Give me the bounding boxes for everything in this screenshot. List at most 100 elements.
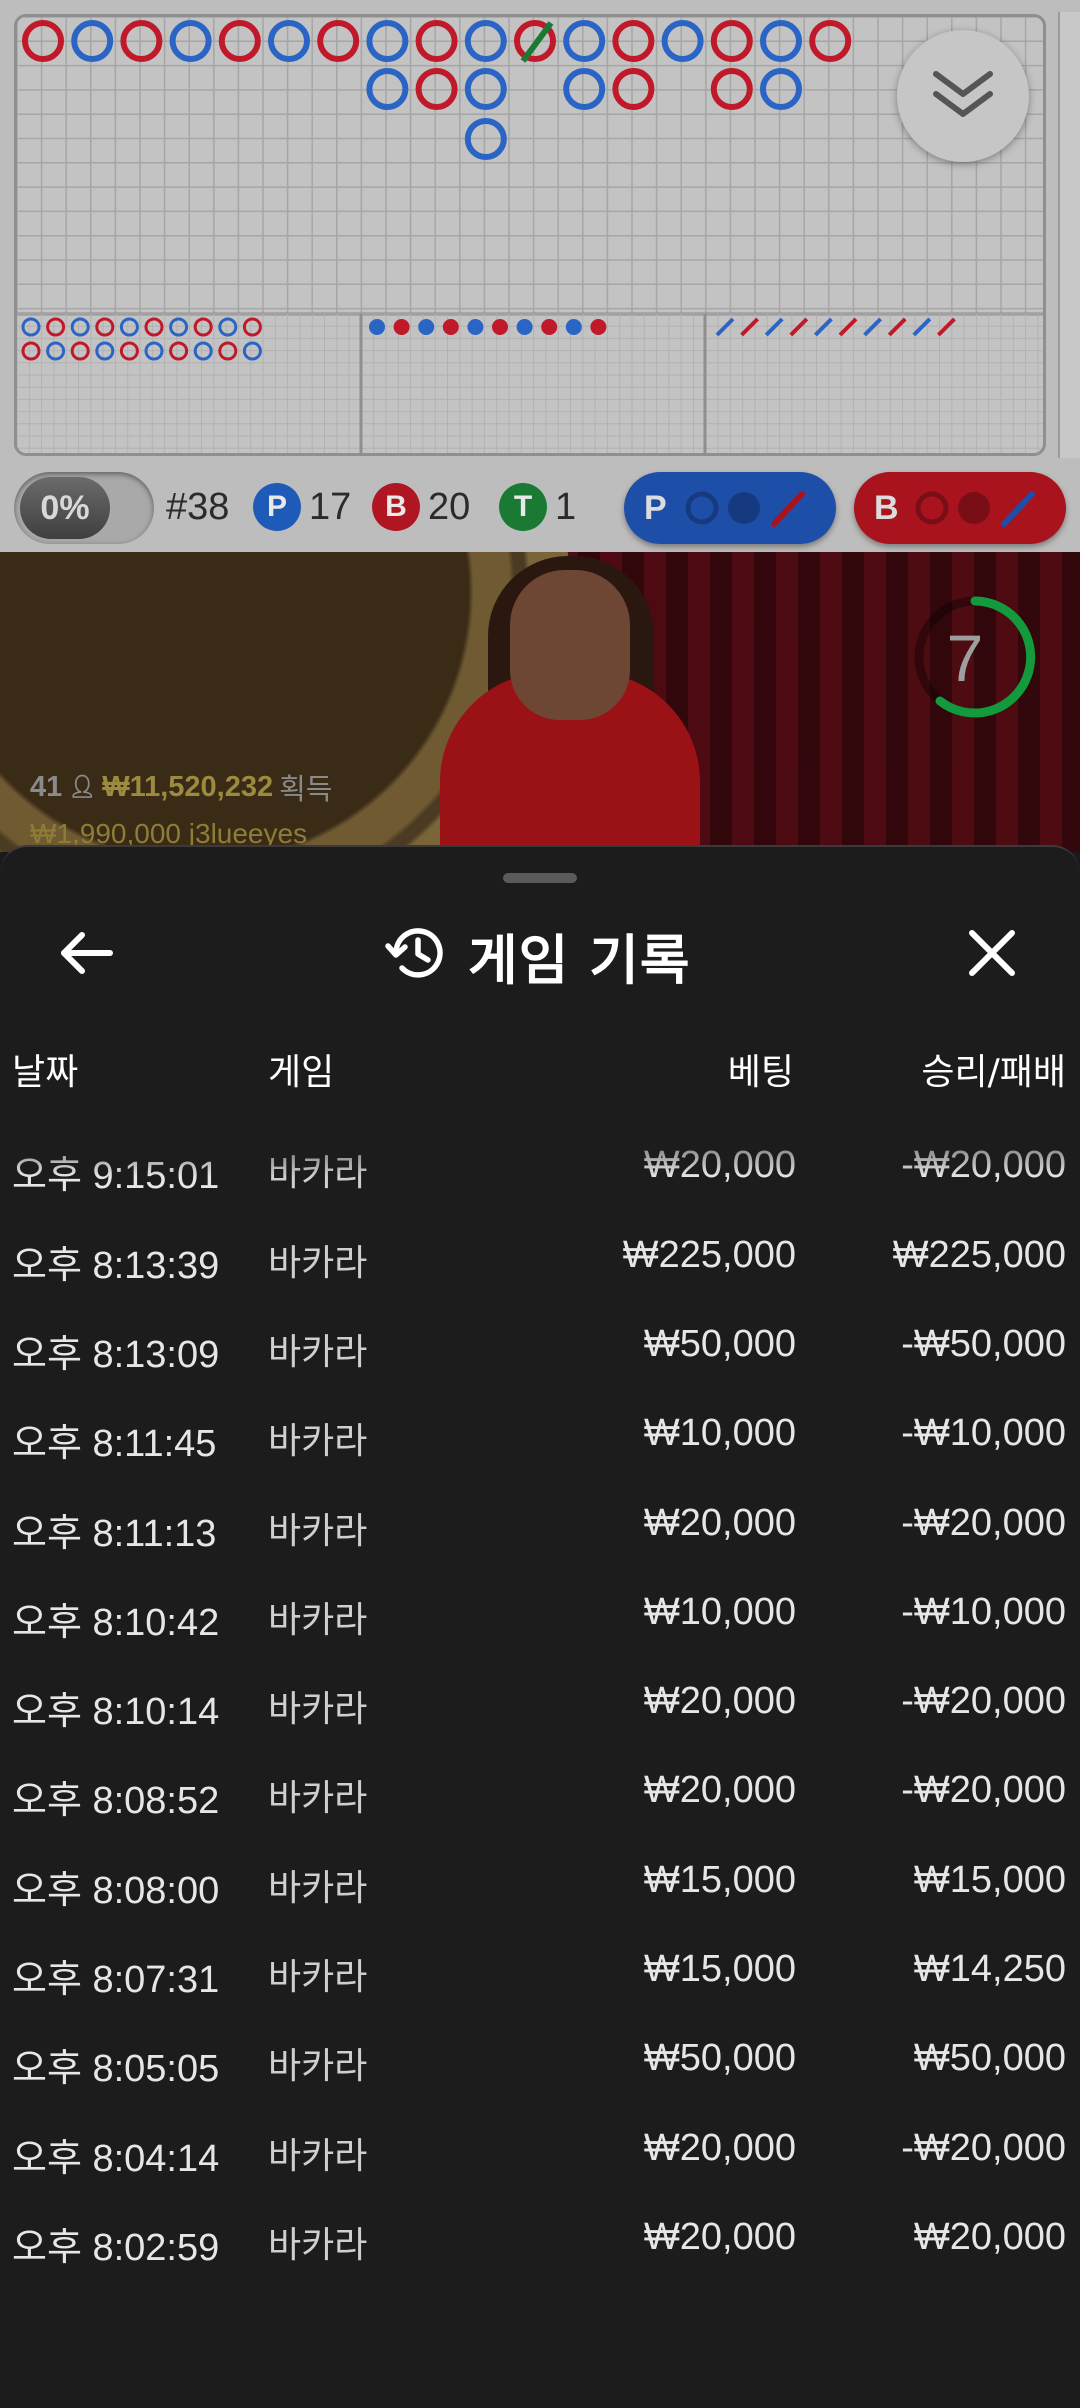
- table-row[interactable]: 오후 8:11:45 바카라 ₩10,000 -₩10,000: [0, 1394, 1080, 1483]
- tie-dot: T: [499, 483, 547, 531]
- history-bet-cell: ₩20,000: [643, 2215, 796, 2258]
- expand-roads-button[interactable]: [897, 30, 1029, 162]
- player-dot: P: [253, 483, 301, 531]
- banker-dot: B: [372, 483, 420, 531]
- history-list[interactable]: 오후 9:15:25바카라₩40,000-₩40,000 오후 9:15:01 바카…: [0, 1107, 1080, 2367]
- table-row[interactable]: 오후 8:04:14 바카라 ₩20,000 -₩20,000: [0, 2109, 1080, 2198]
- history-date-cell: 오후 8:08:00: [12, 1869, 220, 1912]
- history-result-cell: ₩50,000: [913, 2037, 1066, 2080]
- round-number: #38: [166, 485, 230, 528]
- history-result-cell: -₩10,000: [901, 1412, 1066, 1455]
- history-date-cell: 오후 9:15:01: [12, 1155, 220, 1198]
- history-result-cell: -₩20,000: [901, 2126, 1066, 2169]
- table-row[interactable]: 오후 8:11:13 바카라 ₩20,000 -₩20,000: [0, 1484, 1080, 1573]
- history-bet-cell: ₩20,000: [643, 1680, 796, 1723]
- predict-symbols-icon: [685, 491, 805, 527]
- table-row[interactable]: 오후 8:08:52 바카라 ₩20,000 -₩20,000: [0, 1751, 1080, 1840]
- history-bet-cell: ₩20,000: [643, 1144, 796, 1187]
- history-result-cell: -₩20,000: [901, 1680, 1066, 1723]
- back-arrow-icon: [58, 931, 114, 979]
- history-result-cell: ₩14,250: [913, 1948, 1066, 1990]
- history-icon: [384, 924, 446, 986]
- winner-count: 41: [30, 770, 63, 803]
- dealer-face: [510, 570, 630, 720]
- predict-symbols-icon: [915, 491, 1035, 527]
- percent-value: 0%: [20, 477, 110, 539]
- player-count-stat: P 17: [253, 482, 351, 532]
- scoreboard-panel: 0% #38 P 17 B 20 T 1 P B: [0, 0, 1080, 552]
- history-date-cell: 오후 8:02:59: [12, 2226, 220, 2269]
- player-predict-label: P: [644, 488, 667, 527]
- history-date-cell: 오후 8:13:39: [12, 1244, 220, 1287]
- history-result-cell: ₩15,000: [913, 1858, 1066, 1901]
- table-row[interactable]: 오후 8:02:59 바카라 ₩20,000 ₩20,000: [0, 2198, 1080, 2287]
- sheet-title: 게임 기록: [384, 915, 691, 995]
- history-bet-cell: ₩20,000: [643, 1501, 796, 1544]
- road-canvas: [17, 17, 1043, 453]
- history-game-cell: 바카라: [268, 1957, 368, 1998]
- history-date-cell: 오후 8:04:14: [12, 2137, 220, 2180]
- banker-predict-label: B: [874, 488, 899, 527]
- tie-count: 1: [555, 485, 577, 528]
- history-result-cell: -₩20,000: [901, 1144, 1066, 1187]
- history-game-cell: 바카라: [268, 1421, 368, 1463]
- winner-amount: ₩11,520,232: [102, 770, 274, 803]
- history-result-cell: ₩225,000: [892, 1233, 1066, 1276]
- history-date-cell: 오후 8:10:42: [12, 1601, 220, 1644]
- sheet-drag-handle[interactable]: [503, 873, 577, 883]
- history-bet-cell: ₩15,000: [643, 1948, 796, 1990]
- history-date-cell: 오후 8:07:31: [12, 1959, 220, 2001]
- person-icon: 👤︎: [68, 774, 97, 799]
- back-button[interactable]: [46, 915, 126, 995]
- history-table-header: 날짜 게임 베팅 승리/패배: [0, 1043, 1080, 1099]
- history-result-cell: -₩20,000: [901, 1501, 1066, 1544]
- history-game-cell: 바카라: [268, 1778, 368, 1820]
- history-bet-cell: ₩15,000: [643, 1858, 796, 1901]
- game-history-sheet: 게임 기록 날짜 게임 베팅 승리/패배 오후 9:15:25바카라₩40,00…: [0, 845, 1080, 2408]
- table-row[interactable]: 오후 8:13:09 바카라 ₩50,000 -₩50,000: [0, 1305, 1080, 1394]
- close-button[interactable]: [952, 915, 1032, 995]
- table-row[interactable]: 오후 8:07:31 바카라 ₩15,000 ₩14,250: [0, 1930, 1080, 2019]
- dealer-video: 7 41 👤︎ ₩11,520,232 획득 ₩1,990,000 j3luee…: [0, 552, 1080, 852]
- history-game-cell: 바카라: [268, 2046, 368, 2088]
- player-predict-button[interactable]: P: [624, 472, 836, 544]
- history-game-cell: 바카라: [268, 2135, 368, 2177]
- table-row[interactable]: 오후 8:10:14 바카라 ₩20,000 -₩20,000: [0, 1662, 1080, 1751]
- history-bet-cell: ₩10,000: [643, 1412, 796, 1455]
- table-row[interactable]: 오후 9:15:25바카라₩40,000-₩40,000: [0, 1107, 1080, 1126]
- double-chevron-down-icon: [928, 64, 998, 128]
- column-header-date: 날짜: [12, 1052, 79, 1093]
- player-count: 17: [309, 485, 352, 528]
- percent-toggle[interactable]: 0%: [14, 472, 154, 544]
- history-result-cell: -₩20,000: [901, 1769, 1066, 1812]
- table-row[interactable]: 오후 9:15:01 바카라 ₩20,000 -₩20,000: [0, 1126, 1080, 1215]
- app-root: 0% #38 P 17 B 20 T 1 P B 7 41 👤︎ ₩11,520…: [0, 0, 1080, 2408]
- history-date-cell: 오후 8:11:13: [12, 1512, 217, 1555]
- history-date-cell: 오후 8:13:09: [12, 1333, 220, 1376]
- side-road-strip: [1058, 12, 1080, 458]
- tie-count-stat: T 1: [499, 482, 576, 532]
- history-bet-cell: ₩225,000: [622, 1233, 796, 1276]
- history-bet-cell: ₩20,000: [643, 2126, 796, 2169]
- history-game-cell: 바카라: [268, 2224, 368, 2266]
- banker-count-stat: B 20: [372, 482, 470, 532]
- table-row[interactable]: 오후 8:10:42 바카라 ₩10,000 -₩10,000: [0, 1573, 1080, 1662]
- table-row[interactable]: 오후 8:08:00 바카라 ₩15,000 ₩15,000: [0, 1841, 1080, 1930]
- table-row[interactable]: 오후 8:05:05 바카라 ₩50,000 ₩50,000: [0, 2019, 1080, 2108]
- history-result-cell: ₩20,000: [913, 2215, 1066, 2258]
- history-bet-cell: ₩50,000: [643, 2037, 796, 2080]
- banker-predict-button[interactable]: B: [854, 472, 1066, 544]
- table-row[interactable]: 오후 8:13:39 바카라 ₩225,000 ₩225,000: [0, 1216, 1080, 1305]
- sheet-title-text: 게임 기록: [468, 928, 691, 992]
- history-result-cell: -₩10,000: [901, 1590, 1066, 1633]
- history-game-cell: 바카라: [268, 1331, 368, 1373]
- history-result-cell: -₩50,000: [901, 1322, 1066, 1365]
- history-game-cell: 바카라: [268, 1689, 368, 1731]
- banker-count: 20: [428, 485, 471, 528]
- history-bet-cell: ₩10,000: [643, 1590, 796, 1633]
- column-header-result: 승리/패배: [921, 1052, 1066, 1093]
- history-game-cell: 바카라: [268, 1510, 368, 1552]
- history-game-cell: 바카라: [268, 1153, 368, 1195]
- close-icon: [967, 928, 1017, 982]
- history-bet-cell: ₩20,000: [643, 1769, 796, 1812]
